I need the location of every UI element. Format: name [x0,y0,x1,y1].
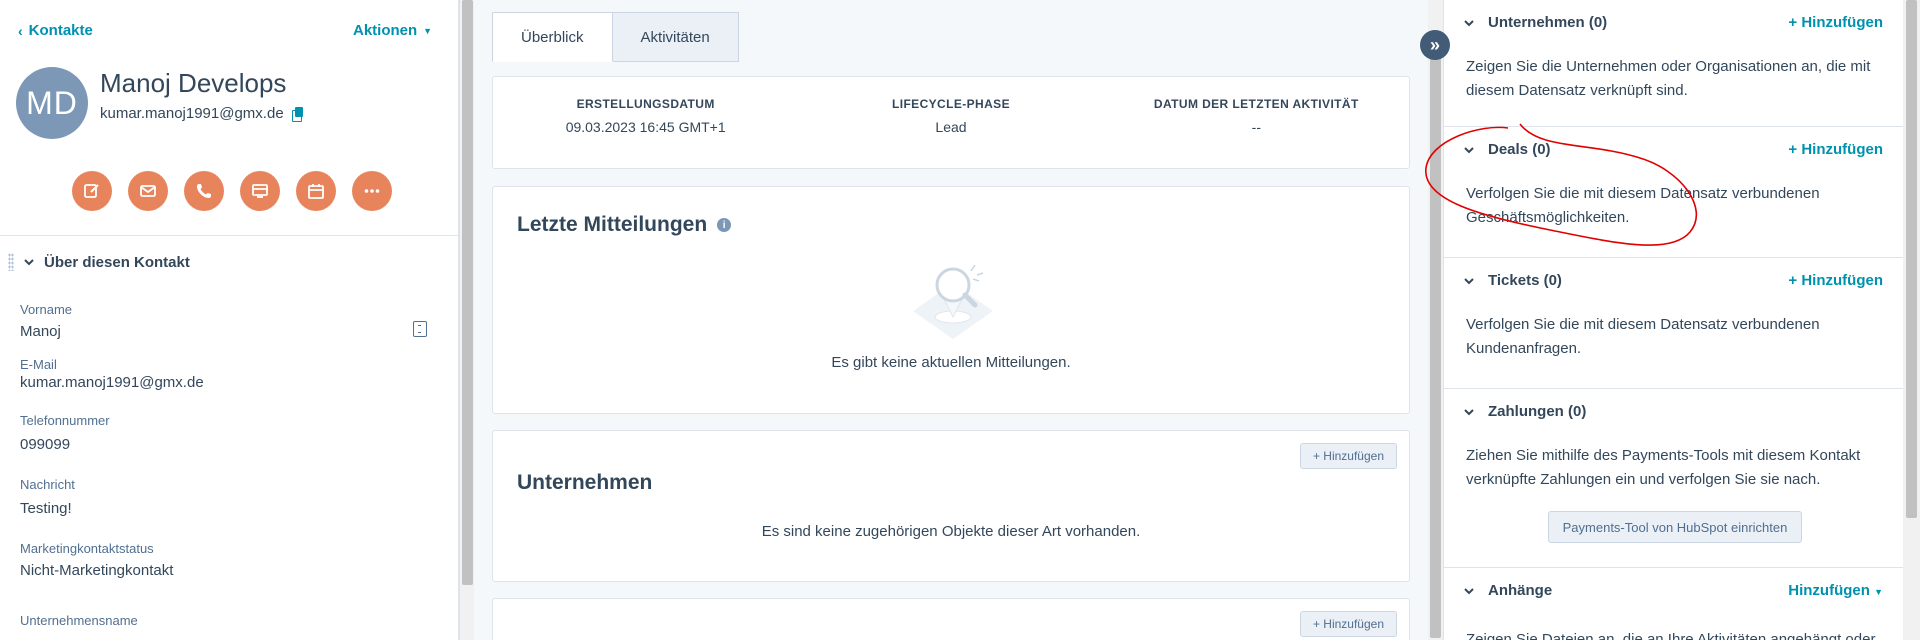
deals-section-toggle[interactable]: Deals (0) [1462,141,1551,158]
divider [0,235,458,236]
scrollbar-thumb[interactable] [1430,38,1441,638]
main-content: Überblick Aktivitäten ERSTELLUNGSDATUM 0… [474,0,1428,640]
back-to-contacts-link[interactable]: ‹ Kontakte [18,22,93,39]
stat-lifecycle: LIFECYCLE-PHASE Lead [891,97,1010,135]
note-icon [84,184,99,198]
chevron-down-icon [1464,408,1474,415]
meeting-button[interactable] [296,171,336,211]
phone-icon [197,184,211,198]
property-message[interactable]: Nachricht Testing! [20,477,75,517]
attachments-description: Zeigen Sie Dateien an, die an Ihre Aktiv… [1466,631,1876,640]
email-icon [140,185,156,197]
right-section-companies: Unternehmen (0) + Hinzufügen Zeigen Sie … [1444,0,1903,127]
tickets-description: Verfolgen Sie die mit diesem Datensatz v… [1466,316,1820,357]
property-company-name[interactable]: Unternehmensname [20,613,138,628]
add-deal-link[interactable]: + Hinzufügen [1788,141,1883,158]
tab-activities[interactable]: Aktivitäten [612,12,739,62]
payments-section-toggle[interactable]: Zahlungen (0) [1462,403,1586,420]
add-company-link[interactable]: + Hinzufügen [1788,14,1883,31]
attachments-section-toggle[interactable]: Anhänge [1462,582,1552,599]
companies-section-toggle[interactable]: Unternehmen (0) [1462,14,1607,31]
recent-empty-message: Es gibt keine aktuellen Mitteilungen. [831,354,1071,371]
right-section-deals: Deals (0) + Hinzufügen Verfolgen Sie die… [1444,127,1903,258]
more-icon [364,189,380,193]
double-chevron-right-icon: » [1429,34,1440,55]
contact-sidebar: ‹ Kontakte Aktionen ▼ MD Manoj Develops … [0,0,459,640]
deals-description: Verfolgen Sie die mit diesem Datensatz v… [1466,185,1820,226]
contact-name[interactable]: Manoj Develops [100,68,286,99]
add-ticket-link[interactable]: + Hinzufügen [1788,272,1883,289]
recent-communications-title: Letzte Mitteilungen i [517,213,732,237]
copy-icon[interactable] [291,107,303,122]
tab-overview[interactable]: Überblick [492,12,613,62]
payments-description: Ziehen Sie mithilfe des Payments-Tools m… [1466,447,1861,488]
drag-handle-icon[interactable] [8,253,14,271]
info-icon[interactable]: i [717,218,732,232]
right-section-tickets: Tickets (0) + Hinzufügen Verfolgen Sie d… [1444,258,1903,389]
scrollbar-thumb[interactable] [1906,0,1917,518]
meeting-icon [252,184,268,198]
right-scrollbar[interactable] [1903,0,1920,640]
chevron-down-icon [1464,146,1474,153]
chevron-down-icon [1464,587,1474,594]
note-button[interactable] [72,171,112,211]
chevron-down-icon [1464,19,1474,26]
contact-email: kumar.manoj1991@gmx.de [100,105,284,122]
more-button[interactable] [352,171,392,211]
about-contact-toggle[interactable]: Über diesen Kontakt [8,253,190,271]
property-marketing-status[interactable]: Marketingkontaktstatus Nicht-Marketingko… [20,541,173,579]
calendar-icon [308,184,324,199]
companies-card-title: Unternehmen [517,471,653,494]
property-email[interactable]: E-Mail kumar.manoj1991@gmx.de [20,357,204,391]
task-button[interactable] [240,171,280,211]
sidebar-scrollbar[interactable] [459,0,474,640]
contact-record-page: ‹ Kontakte Aktionen ▼ MD Manoj Develops … [0,0,1920,640]
expand-sidebar-button[interactable]: » [1420,30,1450,60]
actions-dropdown[interactable]: Aktionen ▼ [353,22,432,39]
companies-empty-message: Es sind keine zugehörigen Objekte dieser… [761,523,1141,540]
associations-sidebar: Unternehmen (0) + Hinzufügen Zeigen Sie … [1443,0,1903,640]
call-button[interactable] [184,171,224,211]
tickets-section-toggle[interactable]: Tickets (0) [1462,272,1562,289]
email-button[interactable] [128,171,168,211]
contact-action-buttons [72,171,392,211]
record-tabs: Überblick Aktivitäten [492,12,739,62]
add-company-button[interactable]: + Hinzufügen [1299,443,1397,469]
recent-communications-card: Letzte Mitteilungen i Es gibt keine aktu… [492,186,1410,414]
right-section-attachments: Anhänge Hinzufügen ▼ Zeigen Sie Dateien … [1444,568,1903,640]
chevron-down-icon [1464,277,1474,284]
chevron-down-icon [24,259,34,266]
companies-card: + Hinzufügen Unternehmen Es sind keine z… [492,430,1410,582]
scrollbar-thumb[interactable] [462,0,473,585]
avatar: MD [16,67,88,139]
main-scrollbar[interactable] [1428,0,1443,640]
stat-create-date: ERSTELLUNGSDATUM 09.03.2023 16:45 GMT+1 [565,97,726,135]
property-phone[interactable]: Telefonnummer 099099 [20,413,110,453]
property-details-icon[interactable] [413,321,427,337]
caret-down-icon: ▼ [423,25,433,36]
stat-last-activity: DATUM DER LETZTEN AKTIVITÄT -- [1153,97,1359,135]
chevron-left-icon: ‹ [18,22,23,39]
highlights-card: ERSTELLUNGSDATUM 09.03.2023 16:45 GMT+1 … [492,76,1410,169]
add-association-button[interactable]: + Hinzufügen [1299,611,1397,637]
contact-email-row: kumar.manoj1991@gmx.de [100,105,303,122]
next-association-card: + Hinzufügen [492,598,1410,640]
caret-down-icon: ▼ [1874,587,1883,597]
setup-payments-button[interactable]: Payments-Tool von HubSpot einrichten [1548,511,1802,543]
magnifier-empty-state-icon [913,264,993,339]
companies-description: Zeigen Sie die Unternehmen oder Organisa… [1466,58,1871,99]
property-first-name[interactable]: Vorname Manoj [20,302,72,340]
add-attachment-dropdown[interactable]: Hinzufügen ▼ [1788,582,1883,599]
